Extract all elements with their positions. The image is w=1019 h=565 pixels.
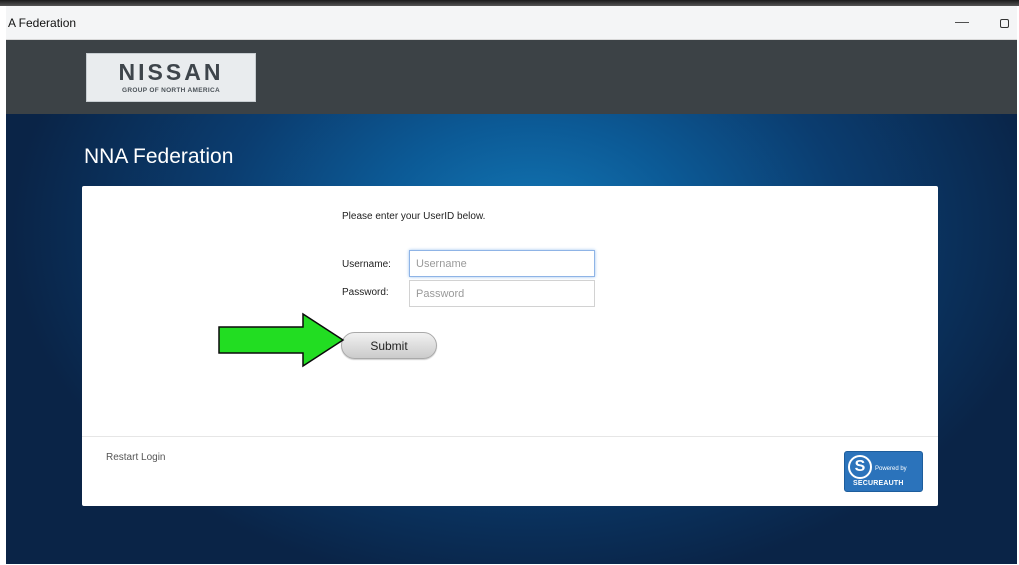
powered-by-text: Powered by: [875, 466, 907, 472]
password-label: Password:: [342, 287, 389, 298]
logo-tagline: GROUP OF NORTH AMERICA: [122, 87, 220, 94]
site-header: NISSAN GROUP OF NORTH AMERICA: [6, 40, 1017, 114]
nissan-logo: NISSAN GROUP OF NORTH AMERICA: [86, 53, 256, 102]
page-title: NNA Federation: [84, 145, 234, 168]
login-prompt: Please enter your UserID below.: [342, 211, 486, 222]
restart-login-link[interactable]: Restart Login: [106, 452, 165, 463]
username-input[interactable]: [409, 250, 595, 277]
secureauth-icon: S: [848, 455, 872, 479]
password-input[interactable]: [409, 280, 595, 307]
window-title: A Federation: [8, 16, 77, 30]
pointer-arrow-icon: [218, 312, 345, 368]
arrow-shape: [218, 312, 345, 368]
secureauth-badge[interactable]: S Powered by SECUREAUTH: [844, 451, 923, 492]
secureauth-text: SECUREAUTH: [853, 480, 904, 487]
card-divider: [82, 436, 938, 437]
window-titlebar: A Federation —: [6, 6, 1017, 40]
maximize-icon[interactable]: [1000, 19, 1009, 28]
browser-window: A Federation — NISSAN GROUP OF NORTH AME…: [6, 6, 1017, 564]
username-label: Username:: [342, 259, 391, 270]
login-card: Please enter your UserID below. Username…: [82, 186, 938, 506]
logo-brand: NISSAN: [118, 59, 224, 85]
submit-button[interactable]: Submit: [341, 332, 437, 359]
minimize-icon[interactable]: —: [953, 14, 971, 32]
